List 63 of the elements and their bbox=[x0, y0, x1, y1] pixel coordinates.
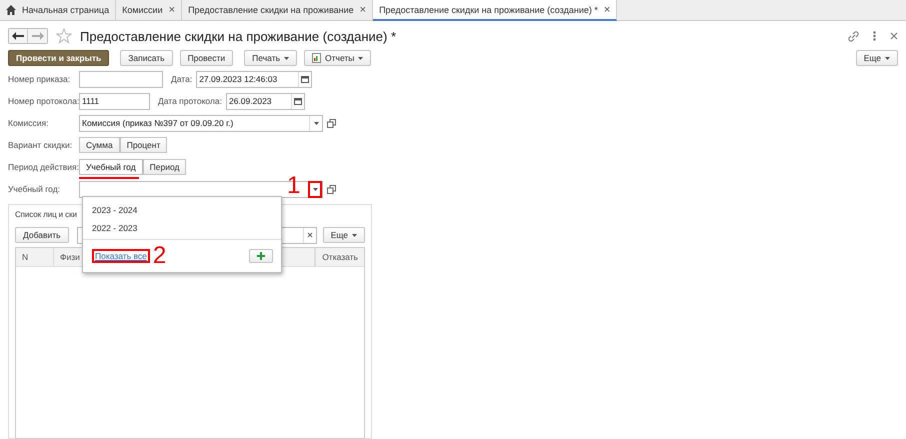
field-label: Период действия: bbox=[8, 162, 79, 172]
back-arrow-icon bbox=[12, 32, 24, 40]
dropdown-arrow-icon bbox=[314, 122, 318, 124]
column-header[interactable]: N bbox=[16, 248, 54, 266]
toolbar-button[interactable]: Записать bbox=[120, 50, 173, 66]
open-icon bbox=[327, 184, 336, 194]
field-label: Номер протокола: bbox=[8, 96, 79, 106]
field-label: Дата протокола: bbox=[158, 96, 222, 106]
input-field[interactable] bbox=[79, 70, 163, 88]
clear-icon bbox=[306, 232, 313, 238]
caret-icon bbox=[284, 56, 290, 60]
calendar-icon bbox=[294, 97, 302, 105]
kebab-menu-icon bbox=[873, 31, 876, 41]
date-field[interactable]: 26.09.2023 bbox=[226, 92, 305, 110]
toolbar-button[interactable]: Печать bbox=[244, 50, 298, 66]
plus-icon bbox=[257, 252, 265, 260]
close-icon[interactable]: × bbox=[360, 4, 366, 16]
forward-arrow-icon bbox=[32, 32, 44, 40]
date-field[interactable]: 27.09.2023 12:46:03 bbox=[196, 70, 312, 88]
annotation-number: 1 bbox=[287, 174, 300, 198]
toggle-button[interactable]: Учебный год bbox=[79, 159, 143, 175]
input-field[interactable]: 1111 bbox=[79, 92, 150, 110]
toggle-button[interactable]: Процент bbox=[120, 137, 168, 153]
toggle-button[interactable]: Сумма bbox=[79, 137, 120, 153]
add-button[interactable]: Добавить bbox=[15, 227, 69, 243]
toggle-button[interactable]: Период bbox=[142, 159, 186, 175]
back-button[interactable] bbox=[9, 29, 28, 43]
field-label: Дата: bbox=[171, 74, 192, 84]
form-title: Предоставление скидки на проживание (создание) * bbox=[80, 28, 396, 44]
toolbar-button[interactable]: Провести bbox=[180, 50, 234, 66]
close-icon bbox=[890, 32, 898, 40]
field-label: Номер приказа: bbox=[8, 74, 72, 84]
more-button[interactable]: Еще bbox=[322, 227, 365, 243]
tab[interactable]: Предоставление скидки на проживание (создание) * × bbox=[373, 0, 618, 21]
add-button[interactable] bbox=[249, 249, 273, 263]
open-icon bbox=[327, 118, 336, 128]
field-label: Комиссия: bbox=[8, 118, 50, 128]
more-button[interactable]: Еще bbox=[856, 50, 898, 66]
toolbar-button[interactable]: Провести и закрыть bbox=[8, 50, 110, 66]
select-field[interactable]: Комиссия (приказ №397 от 09.09.20 г.) bbox=[79, 114, 323, 132]
group-title: Список лиц и ски bbox=[15, 210, 77, 218]
column-header[interactable]: Отказать bbox=[315, 248, 364, 266]
field-label: Вариант скидки: bbox=[8, 140, 74, 150]
annotation-number: 2 bbox=[152, 244, 166, 268]
caret-icon bbox=[352, 234, 357, 236]
dropdown-item[interactable]: 2022 - 2023 bbox=[83, 219, 281, 237]
close-icon[interactable]: × bbox=[604, 4, 610, 16]
tab[interactable]: Комиссии × bbox=[116, 0, 182, 20]
show-all-link[interactable]: Показать все bbox=[94, 250, 148, 262]
star-icon bbox=[56, 28, 72, 44]
field-label: Учебный год: bbox=[8, 184, 62, 194]
caret-icon bbox=[358, 56, 364, 60]
highlight-underline bbox=[79, 177, 139, 179]
toolbar-button[interactable]: Отчеты bbox=[304, 50, 372, 66]
caret-icon bbox=[885, 56, 890, 60]
report-icon bbox=[312, 53, 322, 63]
link-icon bbox=[848, 30, 859, 42]
calendar-icon bbox=[301, 75, 310, 83]
dropdown-arrow-icon bbox=[312, 188, 318, 190]
tab[interactable]: Начальная страница bbox=[0, 0, 116, 20]
dropdown-item[interactable]: 2023 - 2024 bbox=[83, 201, 281, 219]
close-icon[interactable]: × bbox=[168, 4, 176, 16]
home-icon bbox=[6, 5, 16, 15]
